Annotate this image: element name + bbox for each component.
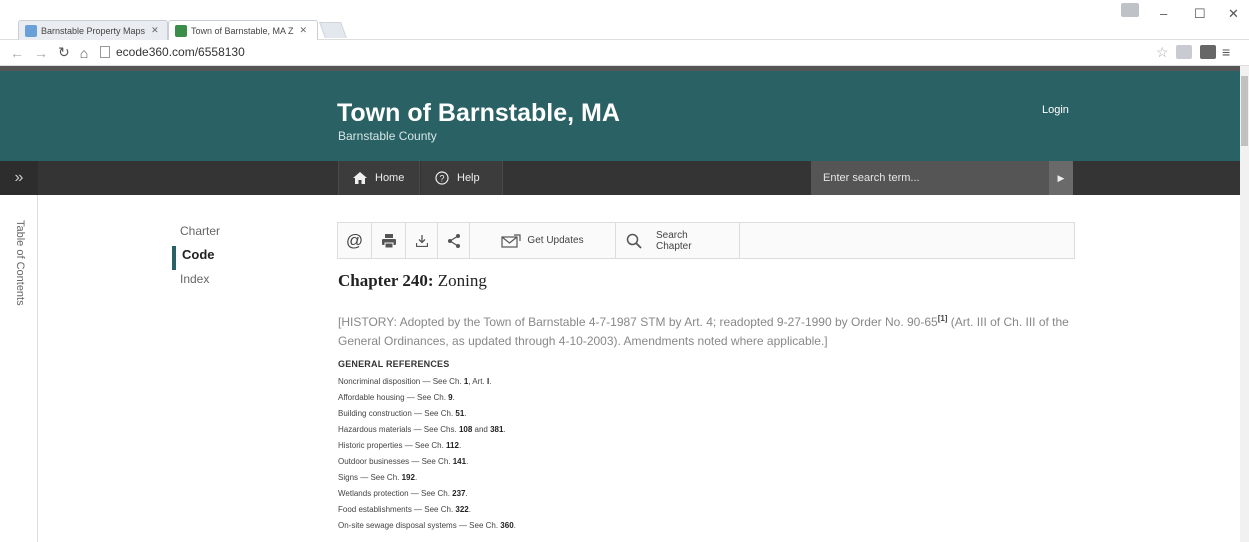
search-input[interactable]: [811, 161, 1049, 195]
browser-tab-ecode[interactable]: Town of Barnstable, MA Z ✕: [168, 20, 318, 40]
chapter-link[interactable]: 360: [500, 521, 513, 530]
user-profile-icon[interactable]: [1121, 3, 1139, 17]
url-text: ecode360.com/6558130: [116, 45, 245, 59]
close-tab-icon[interactable]: ✕: [151, 25, 159, 36]
site-header: Town of Barnstable, MA Barnstable County…: [0, 71, 1240, 161]
login-link[interactable]: Login: [1042, 104, 1069, 116]
home-icon[interactable]: ⌂: [80, 45, 88, 61]
list-item: Noncriminal disposition — See Ch. 1, Art…: [338, 377, 492, 386]
search-chapter-label: Search Chapter: [656, 230, 692, 252]
extension-g-icon[interactable]: [1176, 45, 1192, 59]
list-item: Hazardous materials — See Chs. 108 and 3…: [338, 425, 506, 434]
envelope-icon: [501, 233, 522, 248]
tab-label: Barnstable Property Maps: [41, 25, 146, 36]
site-subtitle: Barnstable County: [338, 129, 437, 143]
list-item: Affordable housing — See Ch. 9.: [338, 393, 455, 402]
menu-icon[interactable]: ≡: [1222, 44, 1230, 60]
download-icon: [415, 234, 428, 247]
printer-icon: [381, 233, 396, 248]
main-navbar: » Home ? Help ▶: [0, 161, 1240, 195]
toc-toggle-button[interactable]: »: [0, 161, 38, 195]
house-icon: [353, 172, 367, 184]
general-references-list: Noncriminal disposition — See Ch. 1, Art…: [338, 374, 516, 534]
nav-home-label: Home: [375, 172, 405, 184]
history-text-1: [HISTORY: Adopted by the Town of Barnsta…: [338, 315, 938, 329]
chapter-link[interactable]: 381: [490, 425, 503, 434]
list-item: Signs — See Ch. 192.: [338, 473, 418, 482]
chapter-link[interactable]: 108: [459, 425, 472, 434]
chapter-link[interactable]: 112: [446, 441, 459, 450]
chapter-number: Chapter 240:: [338, 271, 434, 290]
browser-tabbar: Barnstable Property Maps ✕ Town of Barns…: [0, 0, 1249, 40]
list-item: Historic properties — See Ch. 112.: [338, 441, 462, 450]
window-close-icon[interactable]: ✕: [1228, 6, 1239, 22]
sidenav-item-charter[interactable]: Charter: [172, 222, 220, 246]
minimize-icon[interactable]: –: [1160, 6, 1167, 21]
sidenav-item-index[interactable]: Index: [172, 270, 220, 294]
tab-label: Town of Barnstable, MA Z: [191, 25, 294, 36]
magnifier-icon: [626, 233, 642, 249]
double-chevron-right-icon: »: [14, 169, 24, 186]
code-sidenav: Charter Code Index: [172, 222, 220, 294]
page-scrollbar[interactable]: [1240, 66, 1249, 542]
triangle-right-icon: ▶: [1057, 172, 1065, 183]
reload-icon[interactable]: ↻: [58, 44, 70, 61]
url-field[interactable]: ecode360.com/6558130: [100, 45, 245, 59]
search-submit-button[interactable]: ▶: [1049, 161, 1073, 195]
list-item: Outdoor businesses — See Ch. 141.: [338, 457, 469, 466]
close-tab-icon[interactable]: ✕: [300, 25, 308, 36]
search-chapter-line1: Search: [656, 229, 688, 241]
general-references-heading: GENERAL REFERENCES: [338, 359, 450, 369]
page-icon: [100, 46, 110, 58]
chapter-link[interactable]: 192: [402, 473, 415, 482]
chapter-title: Chapter 240: Zoning: [338, 271, 487, 291]
forward-arrow-icon[interactable]: →: [34, 45, 48, 61]
chapter-link[interactable]: 51: [455, 409, 464, 418]
search-chapter-line2: Chapter: [656, 240, 692, 252]
site-title[interactable]: Town of Barnstable, MA: [337, 99, 620, 128]
chapter-toolbar: @ Get Updates Search Chapter: [337, 222, 1075, 259]
chapter-link[interactable]: 322: [455, 505, 468, 514]
download-button[interactable]: [406, 223, 438, 258]
chapter-link[interactable]: 237: [452, 489, 465, 498]
toc-label[interactable]: Table of Contents: [14, 220, 26, 306]
nav-help-button[interactable]: ? Help: [421, 161, 503, 195]
list-item: On-site sewage disposal systems — See Ch…: [338, 521, 516, 530]
list-item: Food establishments — See Ch. 322.: [338, 505, 471, 514]
bookmark-star-icon[interactable]: ☆: [1156, 44, 1169, 61]
back-arrow-icon[interactable]: ←: [10, 45, 24, 61]
svg-text:?: ?: [439, 174, 444, 184]
search-chapter-button[interactable]: Search Chapter: [616, 223, 740, 258]
ecode-favicon-icon: [175, 24, 187, 37]
maximize-icon[interactable]: ☐: [1194, 6, 1206, 22]
scrollbar-thumb[interactable]: [1241, 76, 1248, 146]
at-sign-icon: @: [345, 230, 364, 250]
list-item: Building construction — See Ch. 51.: [338, 409, 467, 418]
list-item: Wetlands protection — See Ch. 237.: [338, 489, 468, 498]
chapter-name: Zoning: [437, 271, 487, 290]
share-button[interactable]: [438, 223, 470, 258]
extension-square-icon[interactable]: [1200, 45, 1216, 59]
new-tab-button[interactable]: [319, 22, 347, 38]
sidenav-item-code[interactable]: Code: [172, 246, 220, 270]
nav-help-label: Help: [457, 172, 480, 184]
footnote-link[interactable]: [1]: [938, 314, 948, 323]
get-updates-label: Get Updates: [527, 235, 584, 246]
print-button[interactable]: [372, 223, 406, 258]
browser-tab-property-maps[interactable]: Barnstable Property Maps ✕: [18, 20, 168, 40]
map-favicon-icon: [25, 24, 37, 37]
question-circle-icon: ?: [435, 171, 449, 185]
chapter-link[interactable]: 141: [453, 457, 466, 466]
email-button[interactable]: @: [338, 223, 372, 258]
address-bar: ← → ↻ ⌂ ecode360.com/6558130 ☆ ≡: [0, 40, 1249, 66]
history-note: [HISTORY: Adopted by the Town of Barnsta…: [338, 309, 1078, 351]
nav-home-button[interactable]: Home: [338, 161, 420, 195]
share-icon: [447, 233, 460, 248]
get-updates-button[interactable]: Get Updates: [470, 223, 616, 258]
